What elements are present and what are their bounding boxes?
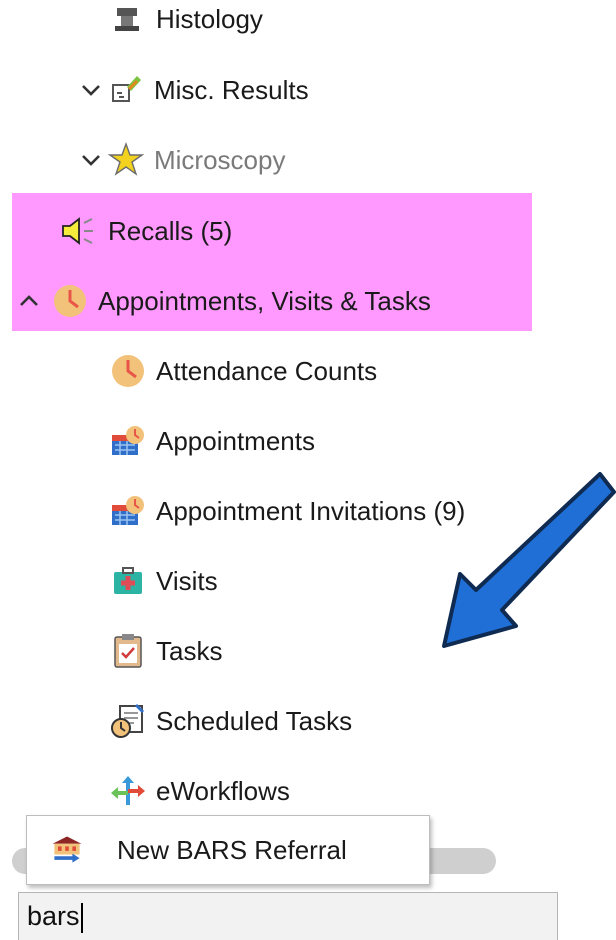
tree-item-scheduled-tasks[interactable]: Scheduled Tasks [110, 686, 352, 756]
clock-icon [110, 353, 146, 389]
tree-item-label: Microscopy [154, 144, 286, 175]
tree-item-label: Misc. Results [154, 74, 309, 105]
clipboard-check-icon [110, 633, 146, 669]
tree-item-appointment-invitations[interactable]: Appointment Invitations (9) [110, 476, 465, 546]
search-input[interactable]: bars [18, 892, 558, 940]
tree-item-label: eWorkflows [156, 775, 290, 806]
tree-item-label: Appointments, Visits & Tasks [98, 285, 431, 316]
tree-item-label: Recalls (5) [108, 215, 233, 246]
chevron-up-icon[interactable] [18, 290, 40, 312]
navigation-panel: Histology Misc. Results Microscopy Recal… [0, 0, 616, 940]
tree-item-visits[interactable]: Visits [110, 546, 218, 616]
misc-results-icon [108, 72, 144, 108]
workflow-arrows-icon [110, 773, 146, 809]
tree-item-misc-results[interactable]: Misc. Results [80, 55, 309, 125]
tree-item-microscopy[interactable]: Microscopy [80, 125, 285, 195]
microscopy-star-icon [108, 142, 144, 178]
speaker-icon [60, 213, 96, 249]
tree-item-appointments-group[interactable]: Appointments, Visits & Tasks [18, 266, 431, 336]
annotation-arrow-icon [442, 472, 616, 648]
popup-item-label: New BARS Referral [117, 834, 347, 865]
tree-item-label: Appointments [156, 425, 315, 456]
popup-item-new-bars-referral[interactable]: New BARS Referral [27, 816, 347, 884]
tree-item-label: Attendance Counts [156, 355, 378, 386]
tree-item-label: Tasks [156, 635, 223, 666]
chevron-down-icon[interactable] [80, 149, 102, 171]
clock-icon [52, 283, 88, 319]
histology-icon [110, 1, 146, 37]
autocomplete-popup: New BARS Referral [26, 815, 430, 885]
chevron-down-icon[interactable] [80, 79, 102, 101]
scheduled-task-icon [110, 703, 146, 739]
referral-building-icon [49, 832, 85, 868]
calendar-clock-icon [110, 493, 146, 529]
medical-kit-icon [110, 563, 146, 599]
tree-item-label: Histology [156, 3, 263, 34]
tree-item-recalls[interactable]: Recalls (5) [60, 196, 232, 266]
tree-item-histology[interactable]: Histology [110, 0, 263, 54]
tree-item-attendance-counts[interactable]: Attendance Counts [110, 336, 377, 406]
text-caret [80, 902, 83, 933]
tree-item-tasks[interactable]: Tasks [110, 616, 222, 686]
tree-item-label: Scheduled Tasks [156, 705, 353, 736]
tree-item-label: Appointment Invitations (9) [156, 495, 466, 526]
search-input-value: bars [27, 901, 80, 931]
calendar-clock-icon [110, 423, 146, 459]
tree-item-appointments[interactable]: Appointments [110, 406, 315, 476]
tree-item-label: Visits [156, 565, 218, 596]
